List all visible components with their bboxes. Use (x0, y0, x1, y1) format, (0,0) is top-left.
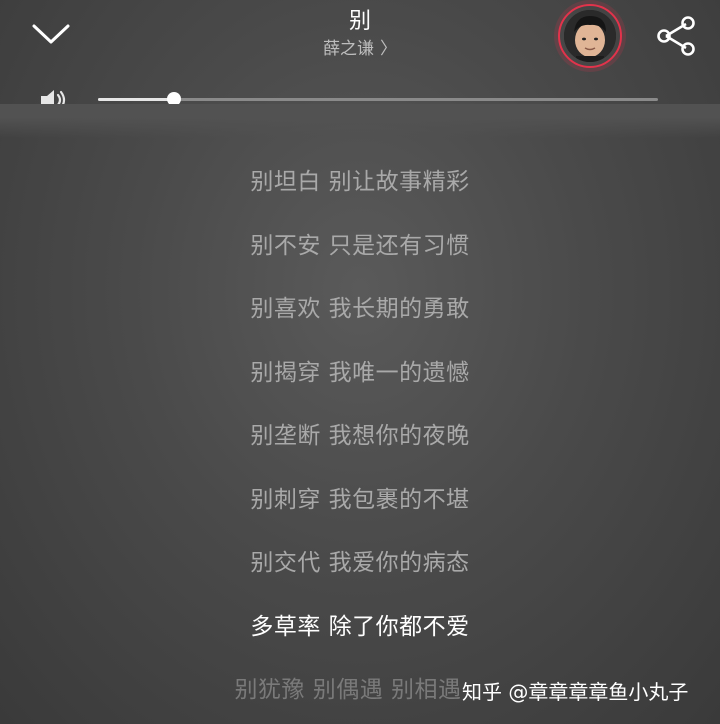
avatar-image (564, 10, 616, 62)
lyric-line[interactable]: 别垄断 我想你的夜晚 (0, 416, 720, 450)
volume-slider-fill (98, 98, 174, 101)
artist-link[interactable]: 薛之谦〉 (160, 36, 560, 62)
watermark: 知乎 @章章章章鱼小丸子 (462, 680, 689, 704)
chevron-right-icon: 〉 (380, 39, 397, 59)
song-title: 别 (348, 9, 371, 34)
share-icon (657, 16, 695, 56)
share-button[interactable] (650, 10, 702, 62)
chevron-down-icon (32, 24, 70, 44)
collapse-button[interactable] (28, 14, 74, 54)
lyric-line[interactable]: 别喜欢 我长期的勇敢 (0, 289, 720, 323)
lyrics-top-fade (0, 104, 720, 138)
lyric-line[interactable]: 别坦白 别让故事精彩 (0, 162, 720, 196)
lyric-line[interactable]: 别不安 只是还有习惯 (0, 226, 720, 260)
volume-slider[interactable] (98, 92, 658, 106)
lyric-line[interactable]: 别交代 我爱你的病态 (0, 543, 720, 577)
player-header: 别 薛之谦〉 (0, 0, 720, 80)
artist-avatar[interactable] (558, 4, 622, 68)
lyric-line-current[interactable]: 多草率 除了你都不爱 (0, 607, 720, 641)
song-info: 别 薛之谦〉 (160, 8, 560, 62)
artist-name: 薛之谦 (323, 39, 374, 59)
lyric-line[interactable]: 别揭穿 我唯一的遗憾 (0, 353, 720, 387)
lyric-line[interactable]: 别刺穿 我包裹的不堪 (0, 480, 720, 514)
